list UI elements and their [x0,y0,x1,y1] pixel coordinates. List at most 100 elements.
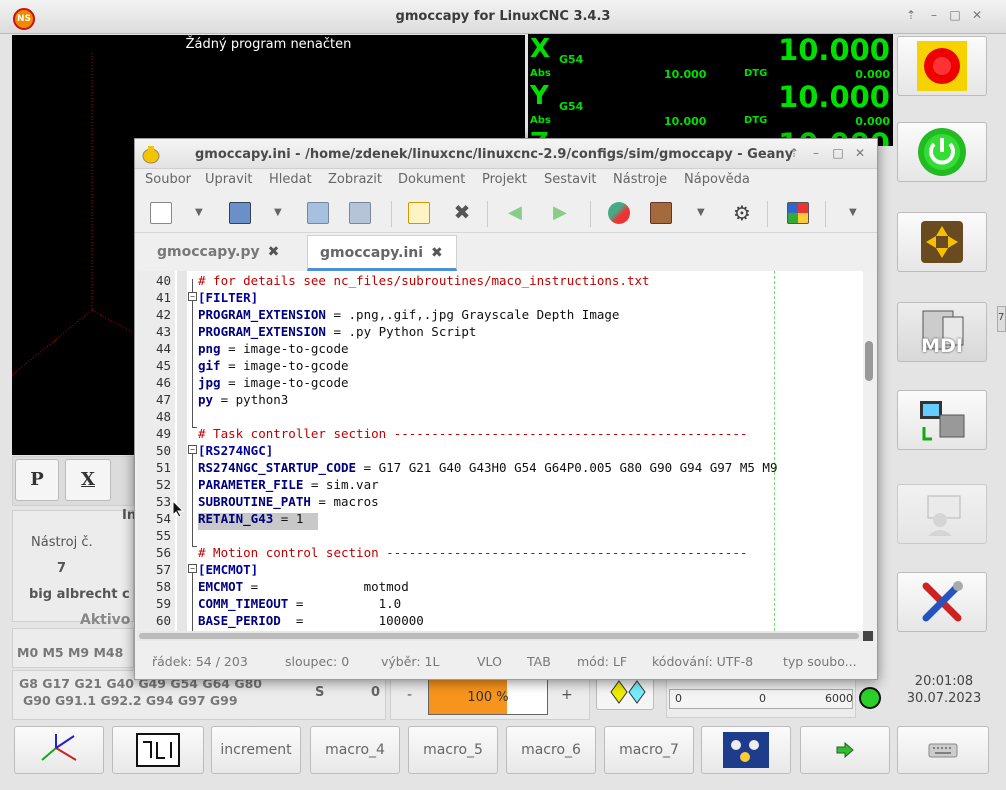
toolbar-separator [825,201,826,227]
tab-close-icon[interactable]: ✖ [268,244,280,260]
menu-sestavit[interactable]: Sestavit [544,172,597,187]
open-file-dropdown-icon[interactable]: ▼ [274,207,282,218]
menu-upravit[interactable]: Upravit [205,172,252,187]
line-number: 43 [155,324,171,339]
line-number: 60 [155,613,171,628]
back-icon[interactable]: ◀ [508,202,530,224]
manual-mode-button[interactable] [897,212,987,272]
user-tabs-button[interactable] [897,484,987,544]
menu-hledat[interactable]: Hledat [269,172,312,187]
geany-minimize-icon[interactable]: – [807,144,825,162]
ini-key: PROGRAM_EXTENSION [198,307,326,322]
window-close-icon[interactable]: ✕ [968,6,986,24]
build-icon[interactable] [650,202,672,224]
editor-horizontal-scrollbar[interactable] [137,631,875,641]
keyboard-button[interactable] [897,726,989,774]
menu-dokument[interactable]: Dokument [398,172,465,187]
fold-marker[interactable]: − [188,445,197,454]
geany-window[interactable]: gmoccapy.ini - /home/zdenek/linuxcnc/lin… [134,138,878,680]
new-file-icon[interactable] [150,202,172,224]
geany-close-icon[interactable]: ✕ [851,144,869,162]
window-minimize-icon[interactable]: – [925,6,943,24]
macro-5-button[interactable]: macro_5 [408,726,498,774]
tab-gmoccapy-ini[interactable]: gmoccapy.ini ✖ [307,235,457,271]
menu-napoveda[interactable]: Nápověda [684,172,750,187]
spindle-override-bar[interactable]: 100 % [428,679,548,715]
tab-gmoccapy-py[interactable]: gmoccapy.py ✖ [157,235,279,271]
tab-close-icon[interactable]: ✖ [431,245,443,261]
dro-y-axis: Y [530,81,549,111]
view-x-button[interactable]: X [65,459,111,501]
status-encoding: kódování: UTF-8 [652,654,754,669]
ini-comment: # Task controller section --------------… [198,426,748,441]
line-number: 46 [155,375,171,390]
open-file-icon[interactable] [229,202,251,224]
machine-power-button[interactable] [897,122,987,182]
toolbar-overflow-icon[interactable]: ▼ [849,207,857,218]
geany-title: gmoccapy.ini - /home/zdenek/linuxcnc/lin… [195,147,794,162]
compile-icon[interactable] [608,202,630,224]
macro-6-button[interactable]: macro_6 [506,726,596,774]
revert-icon[interactable] [408,202,430,224]
spindle-increase-button[interactable]: + [561,687,573,703]
side-tab[interactable]: 7 [997,306,1006,332]
forward-icon[interactable]: ▶ [553,202,575,224]
ini-section: [EMCMOT] [198,562,259,577]
geany-maximize-icon[interactable]: □ [829,144,847,162]
status-column: sloupec: 0 [285,654,350,669]
dro-y-abs-label: Abs [530,115,551,126]
menu-soubor[interactable]: Soubor [145,172,191,187]
build-dropdown-icon[interactable]: ▼ [697,207,705,218]
view-p-label: P [30,469,44,490]
line-number: 59 [155,596,171,611]
dro-y-coord: G54 [559,100,584,113]
estop-button[interactable] [897,36,987,96]
code-editor[interactable]: 40 41 42 43 44 45 46 47 48 49 50 51 52 53 54 55 56 57 58 59… [137,271,875,631]
menu-nastroje[interactable]: Nástroje [613,172,667,187]
ini-value: = 1.0 [288,596,402,611]
dro-y[interactable]: Y G54 10.000 Abs 10.000 DTG 0.000 [528,81,893,128]
ini-key: RS274NGC_STARTUP_CODE [198,460,357,475]
window-maximize-icon[interactable]: □ [946,6,964,24]
geany-keep-above-icon[interactable]: ⇡ [785,144,803,162]
dro-x[interactable]: X G54 10.000 Abs 10.000 DTG 0.000 [528,34,893,81]
window-keep-above-icon[interactable]: ⇡ [902,6,920,24]
line-number-gutter: 40 41 42 43 44 45 46 47 48 49 50 51 52 53 54 55 56 57 58 59… [137,271,175,631]
ini-comment: # Motion control section ---------------… [198,545,748,560]
ini-section: [FILTER] [198,290,259,305]
dro-x-coord: G54 [559,53,584,66]
ini-value: = motmod [243,579,409,594]
execute-gear-icon[interactable]: ⚙ [731,202,753,224]
fold-marker[interactable]: − [188,292,197,301]
macro-4-button[interactable]: macro_4 [310,726,400,774]
save-all-icon[interactable] [349,202,371,224]
auto-mode-button[interactable] [897,390,987,450]
scrollbar-thumb[interactable] [865,341,873,381]
save-icon[interactable] [307,202,329,224]
line-number: 41 [155,290,171,305]
menu-projekt[interactable]: Projekt [482,172,527,187]
fold-marker[interactable]: − [188,564,197,573]
next-page-button[interactable] [800,726,890,774]
spindle-decrease-button[interactable]: - [407,687,412,703]
macro-7-button[interactable]: macro_7 [604,726,694,774]
menu-zobrazit[interactable]: Zobrazit [328,172,382,187]
color-chooser-icon[interactable] [787,202,809,224]
line-number: 48 [155,409,171,424]
editor-vertical-scrollbar[interactable] [863,271,875,631]
view-p-button[interactable]: P [15,459,59,501]
spindle-bar-max: 6000 [825,692,853,705]
ini-key: PARAMETER_FILE [198,477,304,492]
new-file-dropdown-icon[interactable]: ▼ [195,207,203,218]
increment-button[interactable]: increment [211,726,301,774]
home-button[interactable] [14,726,104,774]
fold-line [192,546,197,547]
close-file-icon[interactable]: ✖ [451,202,473,224]
hscroll-thumb[interactable] [139,633,859,639]
mdi-mode-button[interactable]: MDI [897,302,987,362]
ini-value: = sim.var [303,477,379,492]
settings-button[interactable] [897,572,987,632]
touch-off-button[interactable] [112,726,204,774]
cnc-machine-icon [920,401,965,441]
user-macro-button[interactable] [701,726,791,774]
